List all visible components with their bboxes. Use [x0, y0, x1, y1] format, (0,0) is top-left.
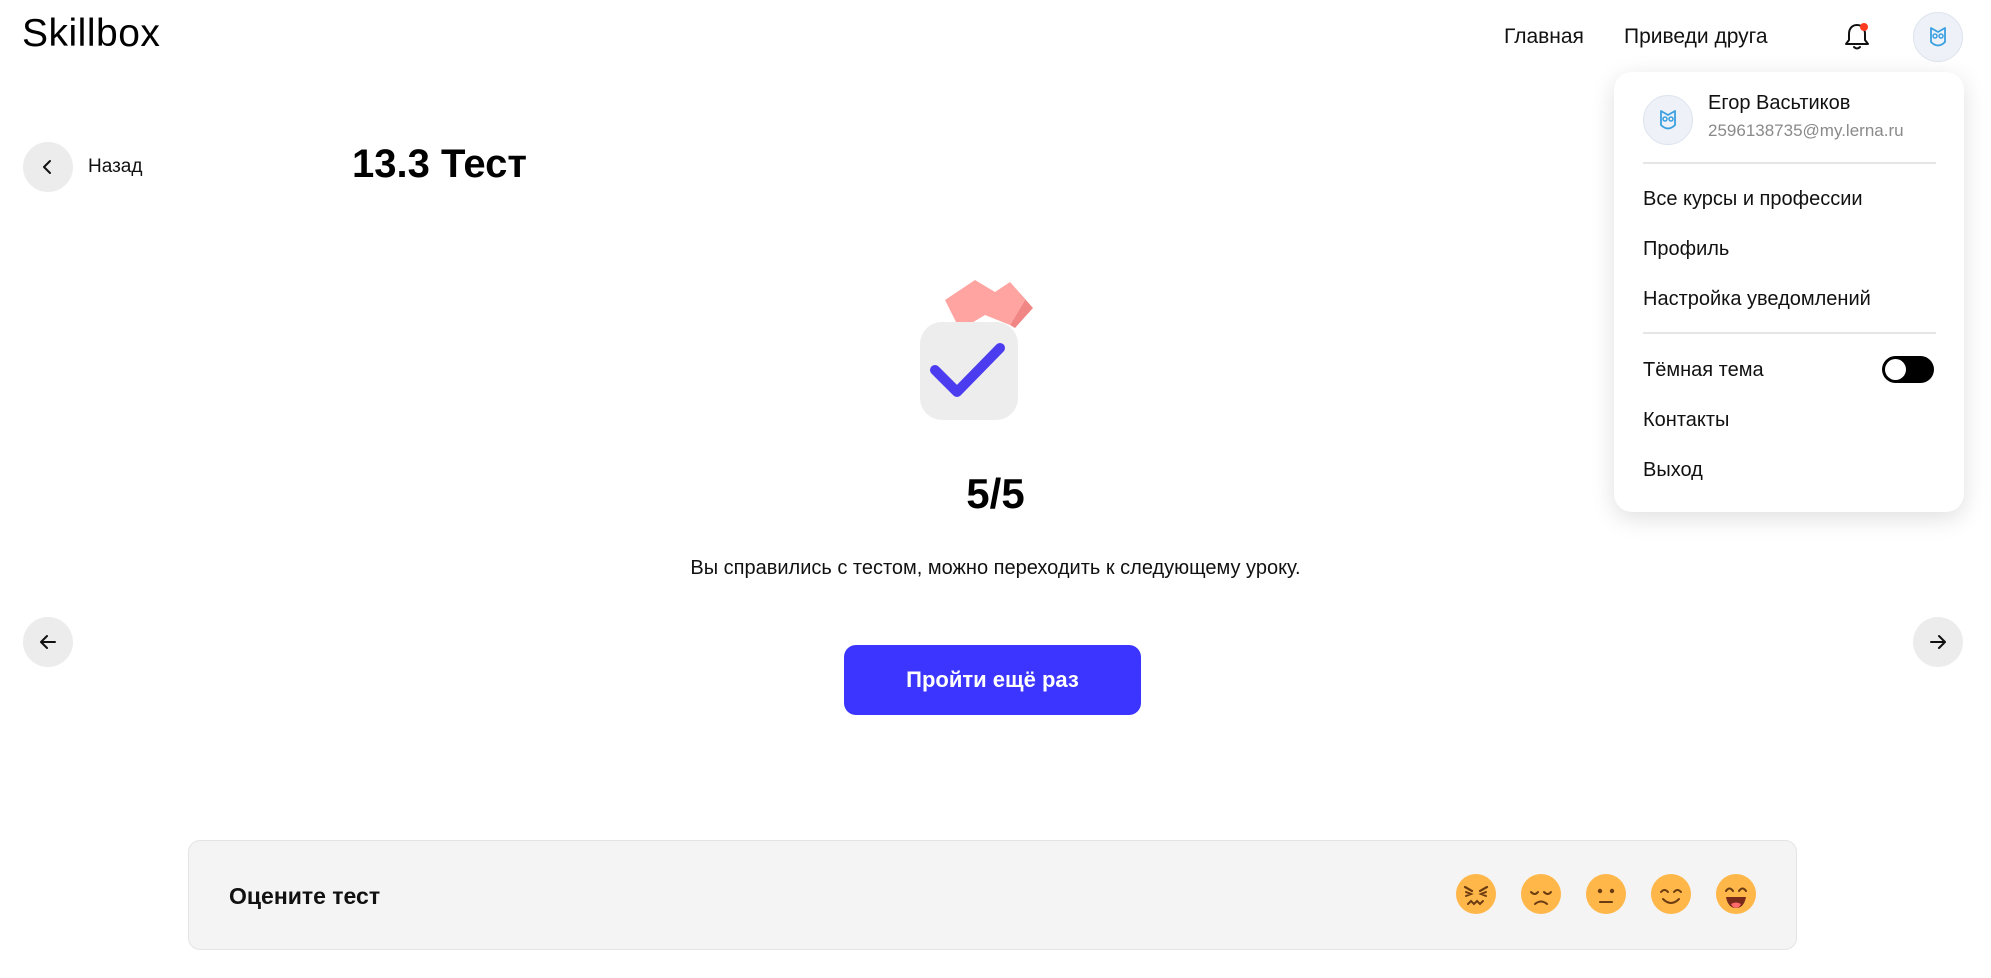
user-avatar-button[interactable] — [1913, 12, 1963, 62]
nav-link-invite-friend[interactable]: Приведи друга — [1624, 25, 1768, 49]
rate-test-title: Оцените тест — [229, 883, 381, 909]
notification-bell-icon[interactable] — [1840, 20, 1874, 54]
chevron-left-icon — [43, 160, 51, 174]
smiling-face-icon[interactable] — [1650, 873, 1692, 915]
page-title: 13.3 Тест — [352, 142, 527, 186]
back-label[interactable]: Назад — [88, 156, 142, 178]
toggle-knob — [1885, 359, 1906, 380]
back-button[interactable] — [23, 142, 73, 192]
user-name: Егор Васьтиков — [1708, 92, 1851, 114]
angry-face-icon[interactable] — [1455, 873, 1497, 915]
retry-test-button[interactable]: Пройти ещё раз — [844, 645, 1141, 715]
menu-divider — [1643, 162, 1936, 164]
arrow-right-icon — [1930, 635, 1946, 649]
rate-test-panel: Оцените тест — [188, 840, 1797, 950]
grinning-face-icon[interactable] — [1715, 873, 1757, 915]
next-lesson-button[interactable] — [1913, 617, 1963, 667]
menu-item-dark-theme: Тёмная тема — [1643, 359, 1764, 381]
user-dropdown-menu: Егор Васьтиков 2596138735@my.lerna.ru Вс… — [1614, 72, 1964, 512]
user-email: 2596138735@my.lerna.ru — [1708, 121, 1904, 140]
neutral-face-icon[interactable] — [1585, 873, 1627, 915]
test-complete-illustration — [915, 270, 1075, 430]
menu-item-notification-settings[interactable]: Настройка уведомлений — [1643, 288, 1871, 311]
sad-face-icon[interactable] — [1520, 873, 1562, 915]
result-message: Вы справились с тестом, можно переходить… — [690, 557, 1301, 579]
menu-item-all-courses[interactable]: Все курсы и профессии — [1643, 188, 1863, 211]
notification-dot — [1860, 23, 1868, 31]
menu-item-logout[interactable]: Выход — [1643, 459, 1703, 482]
owl-avatar-icon — [1930, 27, 1946, 47]
menu-item-contacts[interactable]: Контакты — [1643, 409, 1729, 432]
dark-theme-toggle[interactable] — [1882, 356, 1934, 383]
nav-link-home[interactable]: Главная — [1504, 25, 1584, 49]
menu-divider — [1643, 332, 1936, 334]
menu-item-profile[interactable]: Профиль — [1643, 238, 1729, 261]
previous-lesson-button[interactable] — [23, 617, 73, 667]
arrow-left-icon — [40, 635, 56, 649]
skillbox-logo[interactable]: Skillbox — [22, 12, 160, 56]
owl-avatar-icon — [1660, 110, 1676, 130]
menu-avatar — [1643, 95, 1693, 145]
